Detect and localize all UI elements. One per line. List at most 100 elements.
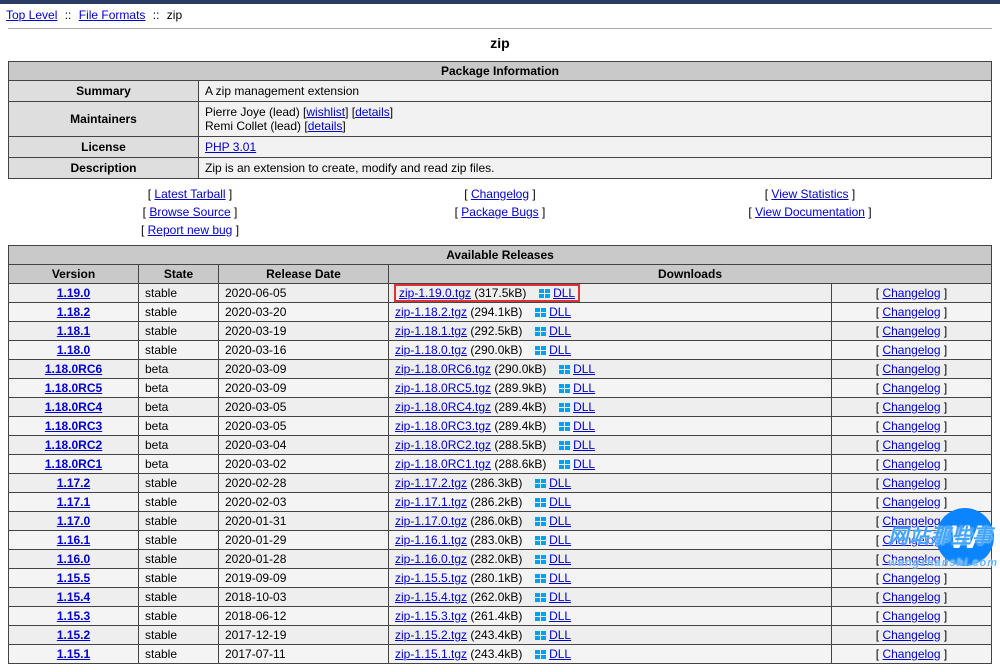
page-title: zip <box>0 35 1000 51</box>
dll-link[interactable]: DLL <box>549 590 571 604</box>
dll-link[interactable]: DLL <box>573 457 595 471</box>
row-changelog-link[interactable]: Changelog <box>882 571 940 585</box>
view-docs-link[interactable]: View Documentation <box>755 205 865 219</box>
dll-link[interactable]: DLL <box>573 419 595 433</box>
dll-link[interactable]: DLL <box>573 381 595 395</box>
tarball-link[interactable]: zip-1.18.0RC4.tgz <box>395 400 491 414</box>
license-link[interactable]: PHP 3.01 <box>205 140 256 154</box>
dll-link[interactable]: DLL <box>549 609 571 623</box>
version-link[interactable]: 1.18.2 <box>57 305 90 319</box>
dll-link[interactable]: DLL <box>549 495 571 509</box>
dll-link[interactable]: DLL <box>549 571 571 585</box>
tarball-link[interactable]: zip-1.19.0.tgz <box>399 286 471 300</box>
row-changelog-link[interactable]: Changelog <box>882 324 940 338</box>
dll-link[interactable]: DLL <box>573 362 595 376</box>
tarball-link[interactable]: zip-1.15.2.tgz <box>395 628 467 642</box>
version-link[interactable]: 1.19.0 <box>57 286 90 300</box>
dll-link[interactable]: DLL <box>549 305 571 319</box>
row-changelog-link[interactable]: Changelog <box>882 400 940 414</box>
breadcrumb-top[interactable]: Top Level <box>6 8 57 22</box>
version-link[interactable]: 1.18.0RC5 <box>45 381 102 395</box>
tarball-link[interactable]: zip-1.18.0.tgz <box>395 343 467 357</box>
tarball-link[interactable]: zip-1.18.0RC5.tgz <box>395 381 491 395</box>
row-changelog-link[interactable]: Changelog <box>882 514 940 528</box>
maintainer-wishlist-link[interactable]: wishlist <box>306 105 345 119</box>
tarball-link[interactable]: zip-1.18.2.tgz <box>395 305 467 319</box>
dll-link[interactable]: DLL <box>549 343 571 357</box>
dll-link[interactable]: DLL <box>549 533 571 547</box>
report-bug-link[interactable]: Report new bug <box>148 223 233 237</box>
maintainer-details-link[interactable]: details <box>308 119 343 133</box>
tarball-link[interactable]: zip-1.15.5.tgz <box>395 571 467 585</box>
version-link[interactable]: 1.17.1 <box>57 495 90 509</box>
row-changelog-link[interactable]: Changelog <box>882 552 940 566</box>
dll-link[interactable]: DLL <box>573 438 595 452</box>
row-changelog-link[interactable]: Changelog <box>882 476 940 490</box>
maintainer-details-link[interactable]: details <box>355 105 390 119</box>
tarball-link[interactable]: zip-1.17.1.tgz <box>395 495 467 509</box>
windows-icon <box>559 460 571 470</box>
row-changelog-link[interactable]: Changelog <box>882 343 940 357</box>
tarball-link[interactable]: zip-1.18.0RC6.tgz <box>395 362 491 376</box>
version-link[interactable]: 1.18.0RC6 <box>45 362 102 376</box>
row-changelog-link[interactable]: Changelog <box>882 609 940 623</box>
changelog-link[interactable]: Changelog <box>471 187 529 201</box>
version-link[interactable]: 1.18.0RC1 <box>45 457 102 471</box>
row-changelog-link[interactable]: Changelog <box>882 533 940 547</box>
version-link[interactable]: 1.18.0RC4 <box>45 400 102 414</box>
version-link[interactable]: 1.17.0 <box>57 514 90 528</box>
tarball-link[interactable]: zip-1.18.1.tgz <box>395 324 467 338</box>
tarball-link[interactable]: zip-1.16.1.tgz <box>395 533 467 547</box>
version-link[interactable]: 1.18.0 <box>57 343 90 357</box>
row-changelog-link[interactable]: Changelog <box>882 590 940 604</box>
tarball-link[interactable]: zip-1.15.4.tgz <box>395 590 467 604</box>
version-link[interactable]: 1.15.4 <box>57 590 90 604</box>
release-state: stable <box>139 569 219 588</box>
version-link[interactable]: 1.17.2 <box>57 476 90 490</box>
version-link[interactable]: 1.15.2 <box>57 628 90 642</box>
package-bugs-link[interactable]: Package Bugs <box>461 205 538 219</box>
tarball-link[interactable]: zip-1.16.0.tgz <box>395 552 467 566</box>
release-date: 2020-06-05 <box>219 284 389 303</box>
row-changelog-link[interactable]: Changelog <box>882 495 940 509</box>
tarball-link[interactable]: zip-1.18.0RC1.tgz <box>395 457 491 471</box>
dll-link[interactable]: DLL <box>549 514 571 528</box>
version-link[interactable]: 1.16.0 <box>57 552 90 566</box>
version-link[interactable]: 1.15.3 <box>57 609 90 623</box>
row-changelog-link[interactable]: Changelog <box>882 628 940 642</box>
breadcrumb-mid[interactable]: File Formats <box>79 8 146 22</box>
version-link[interactable]: 1.18.0RC3 <box>45 419 102 433</box>
row-changelog-link[interactable]: Changelog <box>882 647 940 661</box>
tarball-link[interactable]: zip-1.15.1.tgz <box>395 647 467 661</box>
dll-link[interactable]: DLL <box>549 552 571 566</box>
version-link[interactable]: 1.15.1 <box>57 647 90 661</box>
tarball-link[interactable]: zip-1.15.3.tgz <box>395 609 467 623</box>
dll-link[interactable]: DLL <box>549 324 571 338</box>
row-changelog-link[interactable]: Changelog <box>882 419 940 433</box>
view-stats-link[interactable]: View Statistics <box>771 187 848 201</box>
dll-link[interactable]: DLL <box>549 647 571 661</box>
row-changelog-link[interactable]: Changelog <box>882 438 940 452</box>
dll-link[interactable]: DLL <box>549 628 571 642</box>
browse-source-link[interactable]: Browse Source <box>149 205 230 219</box>
dll-link[interactable]: DLL <box>553 286 575 300</box>
release-state: beta <box>139 436 219 455</box>
row-changelog-link[interactable]: Changelog <box>882 305 940 319</box>
row-changelog-link[interactable]: Changelog <box>882 381 940 395</box>
row-changelog-link[interactable]: Changelog <box>882 362 940 376</box>
version-link[interactable]: 1.16.1 <box>57 533 90 547</box>
tarball-link[interactable]: zip-1.18.0RC2.tgz <box>395 438 491 452</box>
dll-link[interactable]: DLL <box>549 476 571 490</box>
dll-link[interactable]: DLL <box>573 400 595 414</box>
tarball-link[interactable]: zip-1.18.0RC3.tgz <box>395 419 491 433</box>
tarball-link[interactable]: zip-1.17.2.tgz <box>395 476 467 490</box>
release-date: 2019-09-09 <box>219 569 389 588</box>
latest-tarball-link[interactable]: Latest Tarball <box>154 187 225 201</box>
version-link[interactable]: 1.18.0RC2 <box>45 438 102 452</box>
row-changelog-link[interactable]: Changelog <box>882 457 940 471</box>
tarball-link[interactable]: zip-1.17.0.tgz <box>395 514 467 528</box>
table-row: 1.18.2stable2020-03-20zip-1.18.2.tgz (29… <box>9 303 992 322</box>
row-changelog-link[interactable]: Changelog <box>882 286 940 300</box>
version-link[interactable]: 1.18.1 <box>57 324 90 338</box>
version-link[interactable]: 1.15.5 <box>57 571 90 585</box>
